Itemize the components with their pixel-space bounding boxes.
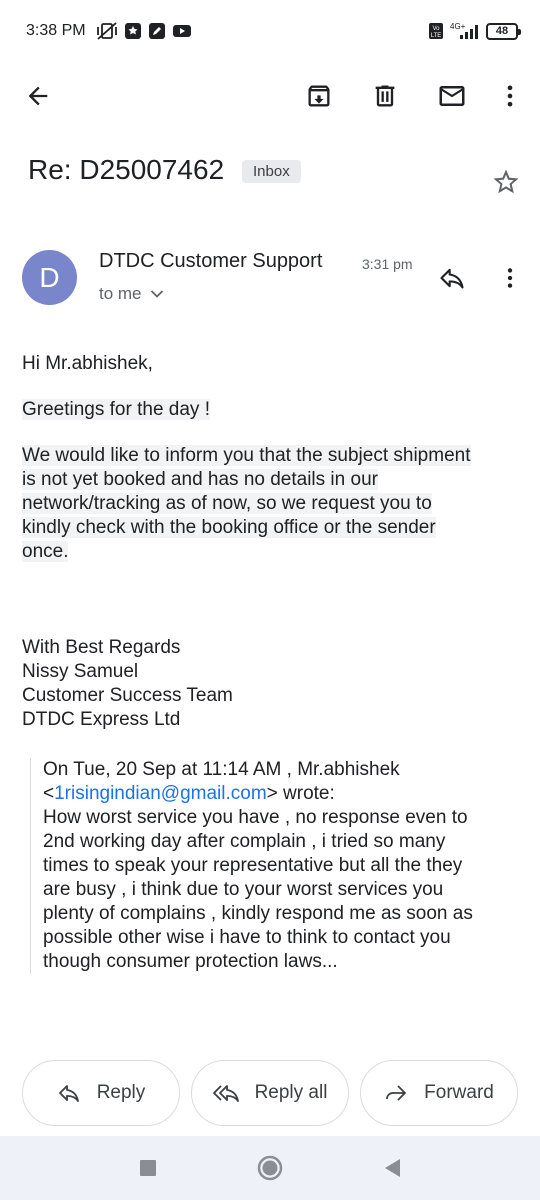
more-vert-icon bbox=[507, 268, 513, 288]
delete-icon bbox=[375, 85, 395, 107]
youtube-icon bbox=[173, 25, 191, 37]
svg-text:LTE: LTE bbox=[431, 33, 442, 39]
body-line: network/tracking as of now, so we reques… bbox=[22, 493, 432, 514]
delete-button[interactable] bbox=[361, 70, 409, 122]
status-system-icons: Vo LTE 4G+ 48 bbox=[428, 22, 521, 40]
recipient-label: to me bbox=[99, 284, 142, 303]
quote-header: On Tue, 20 Sep at 11:14 AM , Mr.abhishek bbox=[43, 759, 400, 780]
quote-line: times to speak your representative but a… bbox=[43, 855, 463, 876]
chevron-down-icon bbox=[150, 290, 163, 298]
app-notification-icon bbox=[125, 23, 141, 39]
quote-line: plenty of complains , kindly respond me … bbox=[43, 903, 473, 924]
forward-button[interactable]: Forward bbox=[360, 1060, 518, 1126]
battery-icon: 48 bbox=[486, 22, 521, 40]
quote-line: are busy , i think due to your worst ser… bbox=[43, 879, 444, 900]
forward-icon bbox=[386, 1085, 407, 1101]
reply-label: Reply bbox=[96, 1082, 146, 1103]
triangle-back-icon bbox=[385, 1159, 400, 1177]
svg-text:Vo: Vo bbox=[432, 26, 440, 32]
more-options-button[interactable] bbox=[486, 70, 534, 122]
sender-email-link[interactable]: 1risingindian@gmail.com bbox=[54, 783, 267, 804]
recipient-details-toggle[interactable]: to me bbox=[99, 284, 164, 304]
reply-button[interactable]: Reply bbox=[22, 1060, 180, 1126]
reply-icon bbox=[58, 1085, 79, 1102]
forward-label: Forward bbox=[424, 1082, 494, 1103]
email-body: Hi Mr.abhishek, Greetings for the day ! … bbox=[22, 352, 522, 732]
quoted-message: On Tue, 20 Sep at 11:14 AM , Mr.abhishek… bbox=[30, 758, 520, 974]
status-bar: 3:38 PM Vo LTE 4G+ 48 bbox=[0, 0, 540, 64]
archive-button[interactable] bbox=[295, 70, 343, 122]
avatar-initial: D bbox=[39, 261, 60, 293]
sender-avatar[interactable]: D bbox=[22, 250, 77, 305]
message-more-button[interactable] bbox=[492, 258, 528, 298]
mail-icon bbox=[439, 86, 465, 106]
volte-icon: VoLTE bbox=[429, 23, 443, 39]
quote-header-email-line: <1risingindian@gmail.com> wrote: bbox=[43, 783, 335, 804]
recents-button[interactable] bbox=[128, 1150, 168, 1186]
greeting-text: Hi Mr.abhishek, bbox=[22, 353, 153, 374]
battery-level: 48 bbox=[495, 25, 509, 37]
system-back-button[interactable] bbox=[372, 1150, 412, 1186]
body-line: Greetings for the day ! bbox=[22, 399, 210, 420]
archive-icon bbox=[308, 85, 330, 107]
pen-app-icon bbox=[149, 23, 165, 39]
star-button[interactable] bbox=[486, 162, 526, 202]
home-button[interactable] bbox=[250, 1150, 290, 1186]
email-subject: Re: D25007462 bbox=[28, 154, 225, 185]
signature-line: Nissy Samuel bbox=[22, 661, 139, 682]
email-toolbar bbox=[0, 70, 540, 122]
inbox-label-chip[interactable]: Inbox bbox=[242, 160, 301, 183]
quote-line: 2nd working day after complain , i tried… bbox=[43, 831, 446, 852]
sender-name: DTDC Customer Support bbox=[99, 250, 323, 272]
reply-all-label: Reply all bbox=[254, 1082, 328, 1103]
quote-line: possible other wise i have to think to c… bbox=[43, 927, 451, 948]
subject-row: Re: D25007462 Inbox bbox=[28, 150, 519, 200]
signal-icon: 4G+ bbox=[450, 22, 478, 39]
star-outline-icon bbox=[493, 169, 519, 194]
back-button[interactable] bbox=[14, 70, 62, 122]
back-arrow-icon bbox=[28, 86, 48, 106]
sender-header: D DTDC Customer Support 3:31 pm to me bbox=[22, 248, 522, 312]
svg-text:4G+: 4G+ bbox=[450, 22, 466, 31]
body-line: We would like to inform you that the sub… bbox=[22, 445, 471, 466]
body-line: once. bbox=[22, 541, 69, 562]
body-line: is not yet booked and has no details in … bbox=[22, 469, 378, 490]
signature-line: DTDC Express Ltd bbox=[22, 709, 181, 730]
quote-line: How worst service you have , no response… bbox=[43, 807, 468, 828]
reply-all-button[interactable]: Reply all bbox=[191, 1060, 349, 1126]
more-vert-icon bbox=[507, 85, 513, 107]
reply-all-icon bbox=[212, 1085, 239, 1102]
vibrate-icon bbox=[97, 22, 117, 40]
reply-actions: Reply Reply all Forward bbox=[22, 1060, 522, 1126]
quick-reply-button[interactable] bbox=[432, 258, 472, 298]
status-time: 3:38 PM bbox=[26, 22, 86, 39]
circle-home-icon bbox=[257, 1155, 283, 1181]
reply-icon bbox=[440, 268, 464, 289]
system-navigation-bar bbox=[0, 1136, 540, 1200]
sent-time: 3:31 pm bbox=[362, 256, 413, 272]
body-line: kindly check with the booking office or … bbox=[22, 517, 436, 538]
signature-line: With Best Regards bbox=[22, 637, 181, 658]
status-notification-icons bbox=[96, 22, 192, 40]
square-recents-icon bbox=[140, 1160, 156, 1176]
quote-line: though consumer protection laws... bbox=[43, 951, 338, 972]
signature-line: Customer Success Team bbox=[22, 685, 233, 706]
mark-unread-button[interactable] bbox=[428, 70, 476, 122]
